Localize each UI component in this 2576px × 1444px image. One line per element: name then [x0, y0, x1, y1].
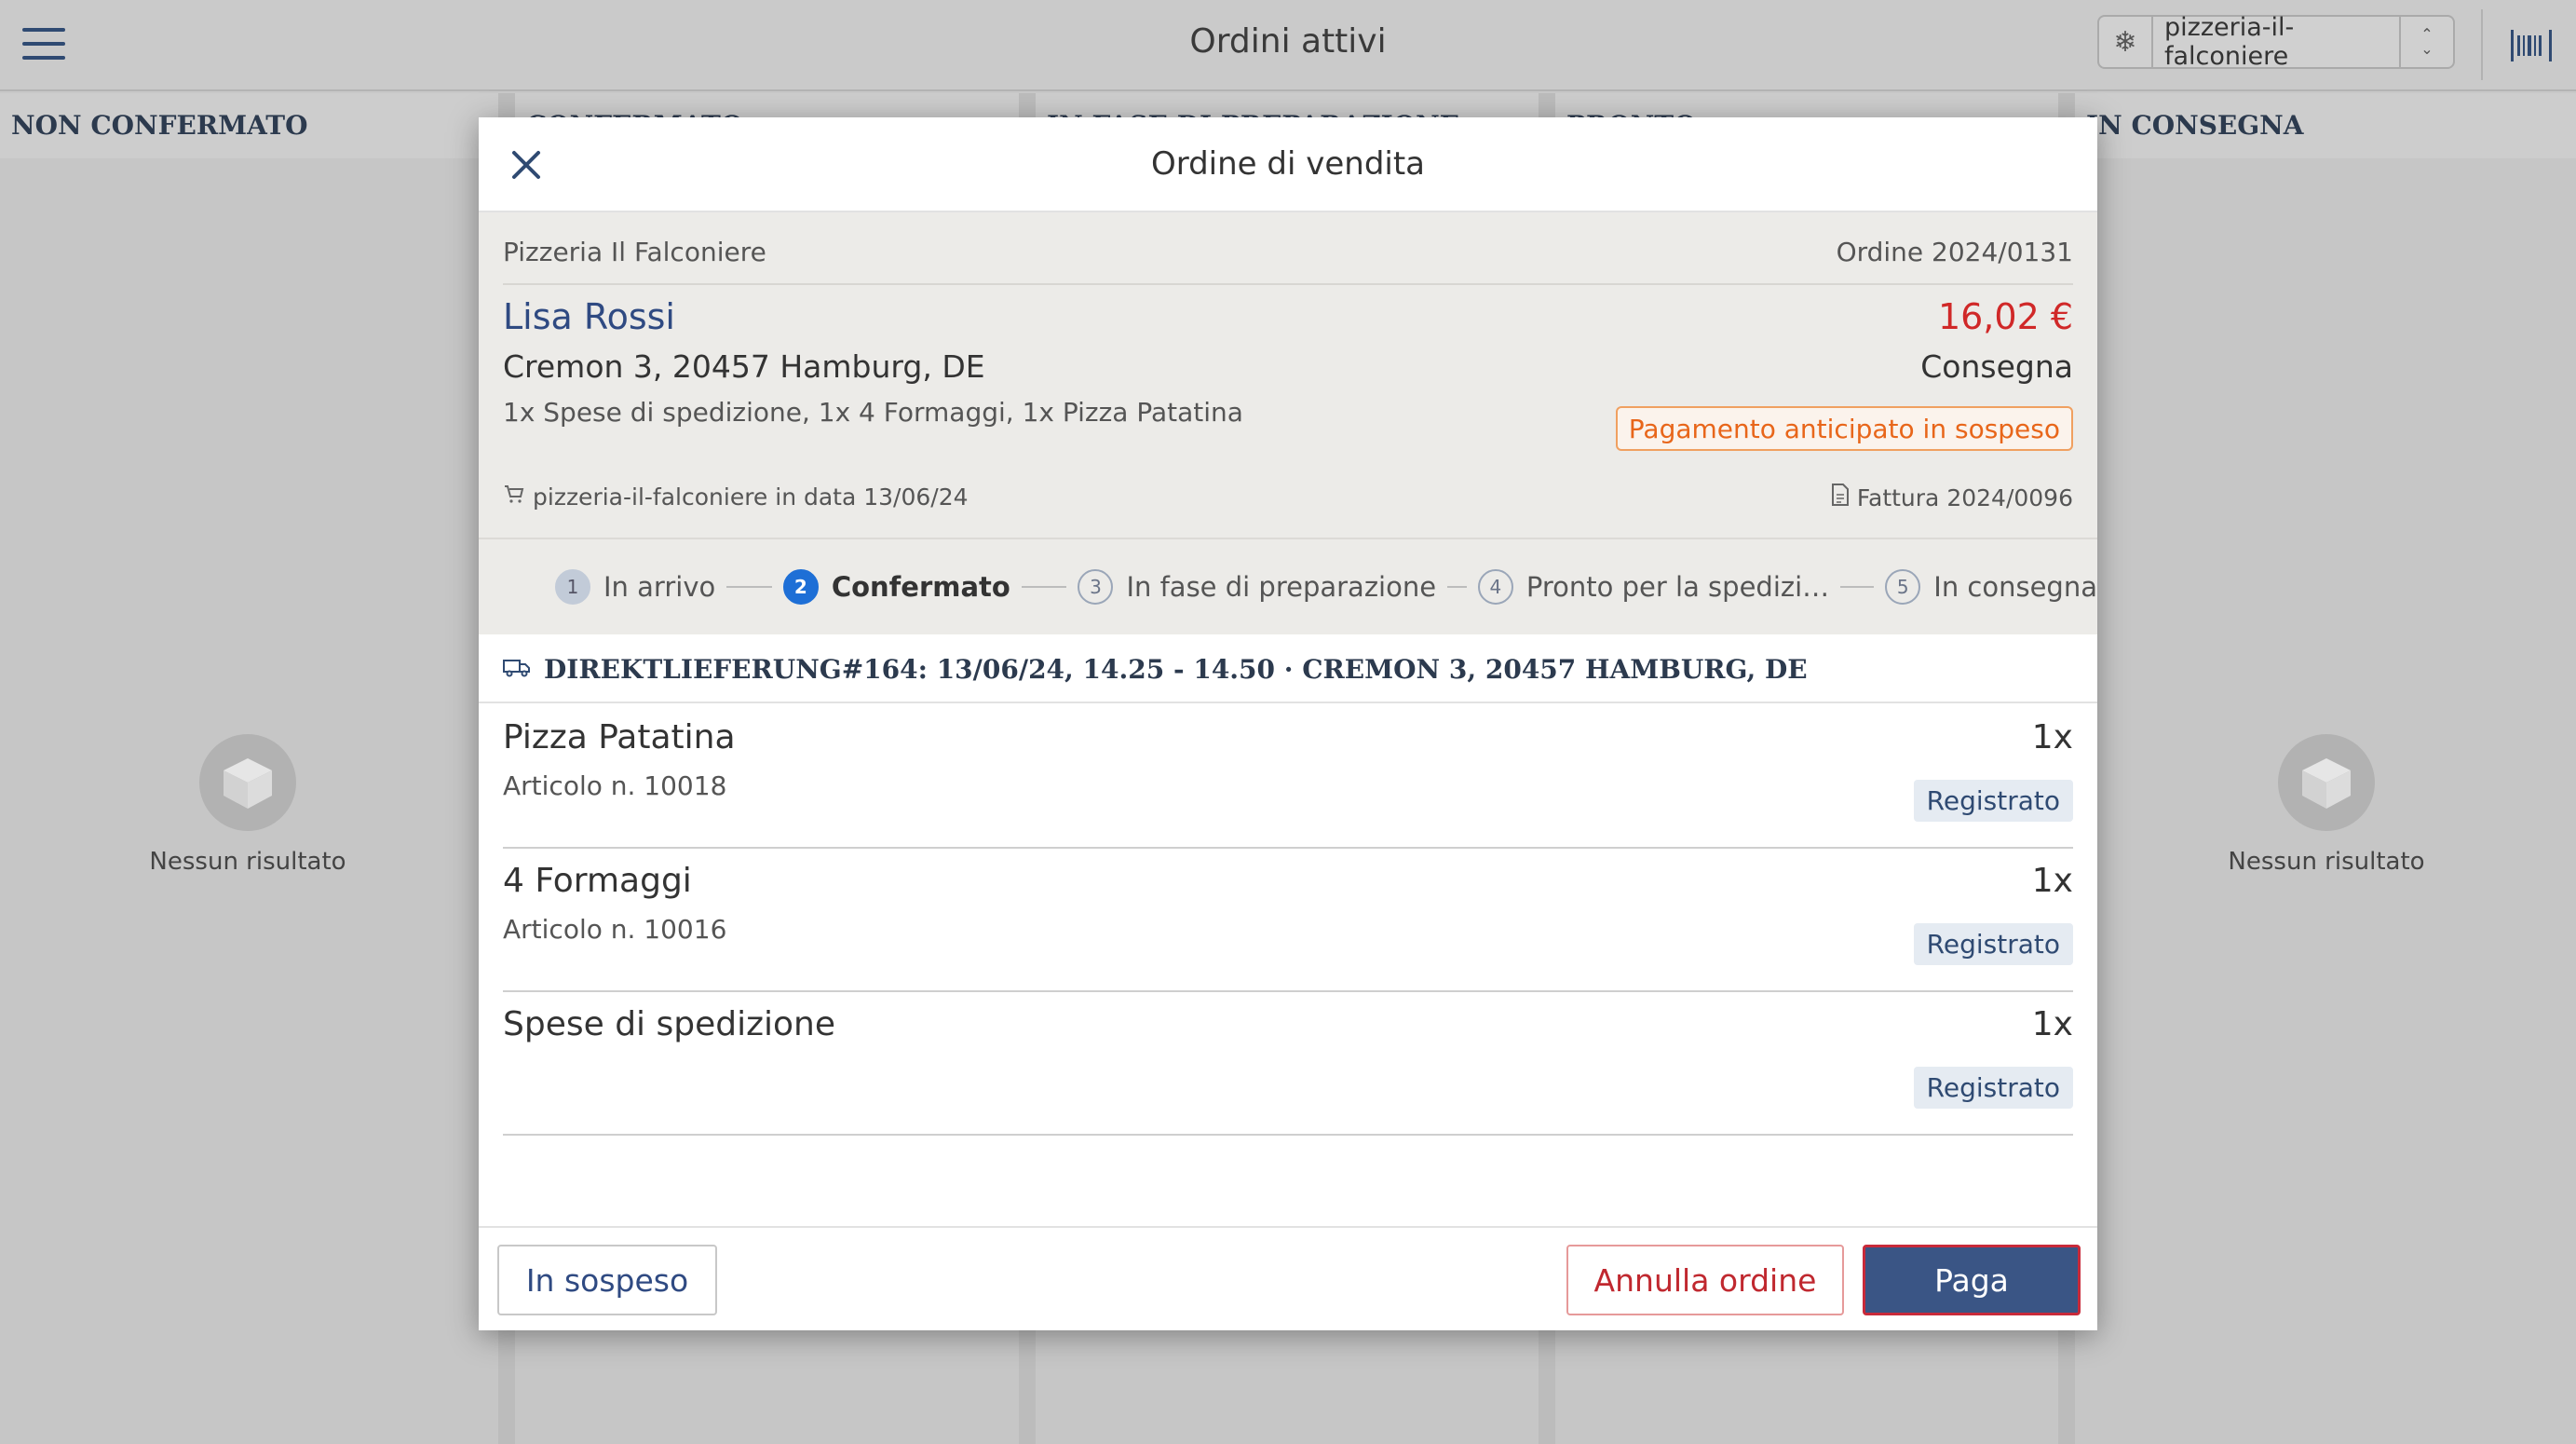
- delivery-type: Consegna: [1920, 348, 2073, 385]
- dialog-header: Ordine di vendita: [479, 117, 2097, 212]
- invoice-link[interactable]: Fattura 2024/0096: [1831, 483, 2073, 512]
- line-name: 4 Formaggi: [503, 862, 692, 900]
- step-number: 3: [1078, 569, 1114, 605]
- step-label: Confermato: [831, 571, 1010, 603]
- document-icon: [1831, 483, 1850, 512]
- step-connector: [1021, 586, 1067, 588]
- suspend-button[interactable]: In sospeso: [497, 1245, 717, 1315]
- column-title: NON CONFERMATO: [0, 93, 498, 158]
- order-progress-stepper: 1 In arrivo 2 Confermato 3 In fase di prepa…: [479, 538, 2097, 634]
- divider: [2481, 9, 2483, 80]
- chevron-up-down-icon: ⌃ ⌄: [2399, 17, 2453, 67]
- empty-label: Nessun risultato: [149, 848, 346, 876]
- line-sku: Articolo n. 10016: [503, 914, 727, 945]
- line-quantity: 1x: [2031, 862, 2073, 900]
- customer-name[interactable]: Lisa Rossi: [503, 296, 675, 337]
- step-label: In arrivo: [603, 571, 716, 603]
- step-connector: [1447, 586, 1467, 588]
- step-number: 4: [1477, 569, 1513, 605]
- store-selector-value: pizzeria-il-falconiere: [2164, 13, 2295, 71]
- order-number: Ordine 2024/0131: [1836, 237, 2073, 267]
- box-icon: [2278, 734, 2375, 831]
- cancel-order-button[interactable]: Annulla ordine: [1566, 1245, 1844, 1315]
- empty-label: Nessun risultato: [2228, 848, 2425, 876]
- line-name: Pizza Patatina: [503, 718, 736, 756]
- order-lines: Pizza Patatina Articolo n. 10018 1x Regi…: [503, 705, 2073, 1136]
- line-quantity: 1x: [2031, 1005, 2073, 1043]
- step-label: In fase di preparazione: [1126, 571, 1437, 603]
- dialog-footer: In sospeso Annulla ordine Paga: [479, 1226, 2097, 1330]
- line-status-badge: Registrato: [1913, 923, 2073, 965]
- line-status-badge: Registrato: [1913, 780, 2073, 822]
- step-in-delivery[interactable]: 5 In consegna: [1885, 569, 2097, 605]
- barcode-scanner-icon[interactable]: [2511, 30, 2552, 61]
- line-name: Spese di spedizione: [503, 1005, 835, 1043]
- order-source-text: pizzeria-il-falconiere in data 13/06/24: [533, 483, 969, 511]
- invoice-number: Fattura 2024/0096: [1856, 484, 2073, 511]
- close-icon[interactable]: [507, 145, 546, 184]
- step-label: Pronto per la spedizi…: [1525, 571, 1830, 603]
- line-sku: Articolo n. 10018: [503, 770, 727, 801]
- shop-name: Pizzeria Il Falconiere: [503, 237, 766, 267]
- shopping-cart-icon: [503, 483, 525, 511]
- divider: [503, 283, 2073, 285]
- box-icon: [199, 734, 296, 831]
- store-selector[interactable]: ❄ pizzeria-il-falconiere ⌃ ⌄: [2097, 13, 2455, 71]
- step-number: 1: [555, 569, 590, 605]
- customer-address: Cremon 3, 20457 Hamburg, DE: [503, 348, 985, 385]
- dialog-title: Ordine di vendita: [1150, 145, 1426, 183]
- column-title: IN CONSEGNA: [2075, 93, 2576, 158]
- step-number: 5: [1885, 569, 1921, 605]
- step-confirmed[interactable]: 2 Confermato: [782, 569, 1010, 605]
- items-summary: 1x Spese di spedizione, 1x 4 Formaggi, 1…: [503, 397, 1243, 428]
- step-incoming[interactable]: 1 In arrivo: [555, 569, 715, 605]
- step-number: 2: [782, 569, 819, 605]
- line-quantity: 1x: [2031, 718, 2073, 756]
- pay-button[interactable]: Paga: [1863, 1245, 2081, 1315]
- order-total: 16,02 €: [1937, 296, 2073, 337]
- order-source: pizzeria-il-falconiere in data 13/06/24: [503, 483, 969, 511]
- line-status-badge: Registrato: [1913, 1067, 2073, 1109]
- payment-status-badge: Pagamento anticipato in sospeso: [1615, 406, 2073, 451]
- empty-state-unconfirmed: Nessun risultato: [113, 734, 383, 876]
- step-label: In consegna: [1933, 571, 2097, 603]
- snowflake-icon: ❄: [2099, 17, 2153, 67]
- step-connector: [1840, 586, 1875, 588]
- top-bar: Ordini attivi ❄ pizzeria-il-falconiere ⌃…: [0, 0, 2576, 91]
- step-ready-for-shipping[interactable]: 4 Pronto per la spedizi…: [1477, 569, 1830, 605]
- order-line[interactable]: Pizza Patatina Articolo n. 10018 1x Regi…: [503, 705, 2073, 849]
- order-line[interactable]: 4 Formaggi Articolo n. 10016 1x Registra…: [503, 849, 2073, 992]
- order-line[interactable]: Spese di spedizione 1x Registrato: [503, 992, 2073, 1136]
- empty-state-in-delivery: Nessun risultato: [2191, 734, 2461, 876]
- step-in-preparation[interactable]: 3 In fase di preparazione: [1078, 569, 1436, 605]
- step-connector: [726, 586, 772, 588]
